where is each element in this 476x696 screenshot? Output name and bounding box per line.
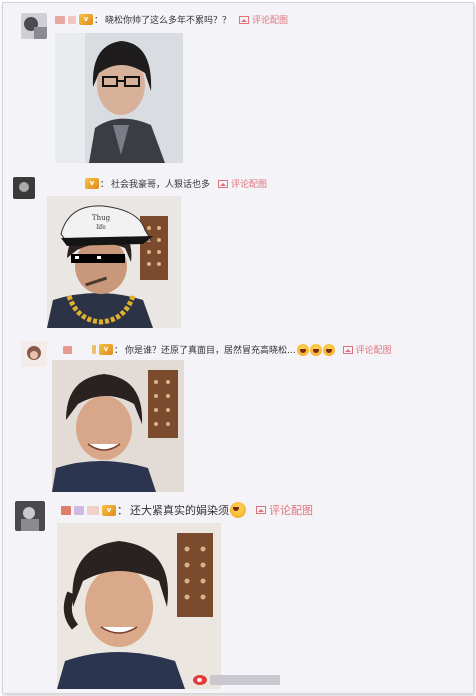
svg-text:life: life — [96, 224, 106, 231]
username-blur — [74, 505, 84, 515]
comment-line: v ： 社会我豪哥，人狠话也多 评论配图 — [85, 177, 267, 190]
avatar[interactable] — [13, 177, 35, 199]
picture-icon — [256, 506, 266, 514]
comment-image-link[interactable]: 评论配图 — [252, 13, 288, 26]
dizzy-emoji-icon — [230, 502, 246, 518]
vip-badge-icon: v — [102, 504, 116, 516]
username-blur — [63, 345, 72, 354]
colon: ： — [94, 16, 104, 26]
vip-badge-icon: v — [85, 178, 99, 189]
comment-image-link[interactable]: 评论配图 — [356, 343, 392, 356]
comment-image[interactable] — [55, 33, 183, 163]
comment-image[interactable] — [52, 360, 184, 492]
avatar[interactable] — [21, 13, 47, 39]
picture-icon — [239, 15, 250, 24]
comment-image-link[interactable]: 评论配图 — [269, 502, 313, 518]
comment-text: 社会我豪哥，人狠话也多 — [111, 180, 211, 190]
picture-icon — [342, 345, 353, 354]
comment-text: 还大紧真实的娟染须 — [130, 504, 229, 517]
comment-image-link[interactable]: 评论配图 — [231, 177, 267, 190]
comment-screenshot: v ： 晓松你帅了这么多年不累吗？？ 评论配图 v ： 社会我豪哥，人狠话也多 … — [2, 2, 474, 694]
weibo-logo-icon — [193, 675, 207, 685]
laugh-emoji-icon — [322, 343, 335, 356]
comment-line: v ： 还大紧真实的娟染须 评论配图 — [61, 502, 313, 518]
username-blur — [61, 505, 71, 515]
username-blur — [68, 15, 76, 24]
watermark-blur — [210, 675, 280, 685]
comment-line: v ： 晓松你帅了这么多年不累吗？？ 评论配图 — [55, 13, 288, 26]
comment-image[interactable] — [57, 523, 221, 689]
avatar[interactable] — [15, 501, 45, 531]
username-blur — [87, 505, 99, 515]
username-blur — [75, 346, 89, 354]
username-blur — [92, 345, 96, 354]
laugh-emoji-icon — [296, 343, 309, 356]
colon: ： — [117, 504, 128, 517]
comment-line: v ： 你是谁？还原了真面目，居然冒充高晓松... 评论配图 — [63, 343, 392, 356]
username-blur — [55, 15, 65, 24]
colon: ： — [114, 346, 124, 356]
comment-text: 你是谁？还原了真面目，居然冒充高晓松... — [125, 346, 296, 356]
vip-badge-icon: v — [99, 344, 113, 355]
avatar[interactable] — [21, 341, 47, 367]
laugh-emoji-icon — [309, 343, 322, 356]
colon: ： — [100, 180, 110, 190]
vip-badge-icon: v — [79, 14, 93, 25]
weibo-watermark — [193, 675, 283, 685]
picture-icon — [218, 179, 229, 188]
comment-image[interactable]: Thug life — [47, 196, 181, 328]
svg-text:Thug: Thug — [92, 214, 111, 222]
comment-text: 晓松你帅了这么多年不累吗？？ — [105, 16, 232, 26]
